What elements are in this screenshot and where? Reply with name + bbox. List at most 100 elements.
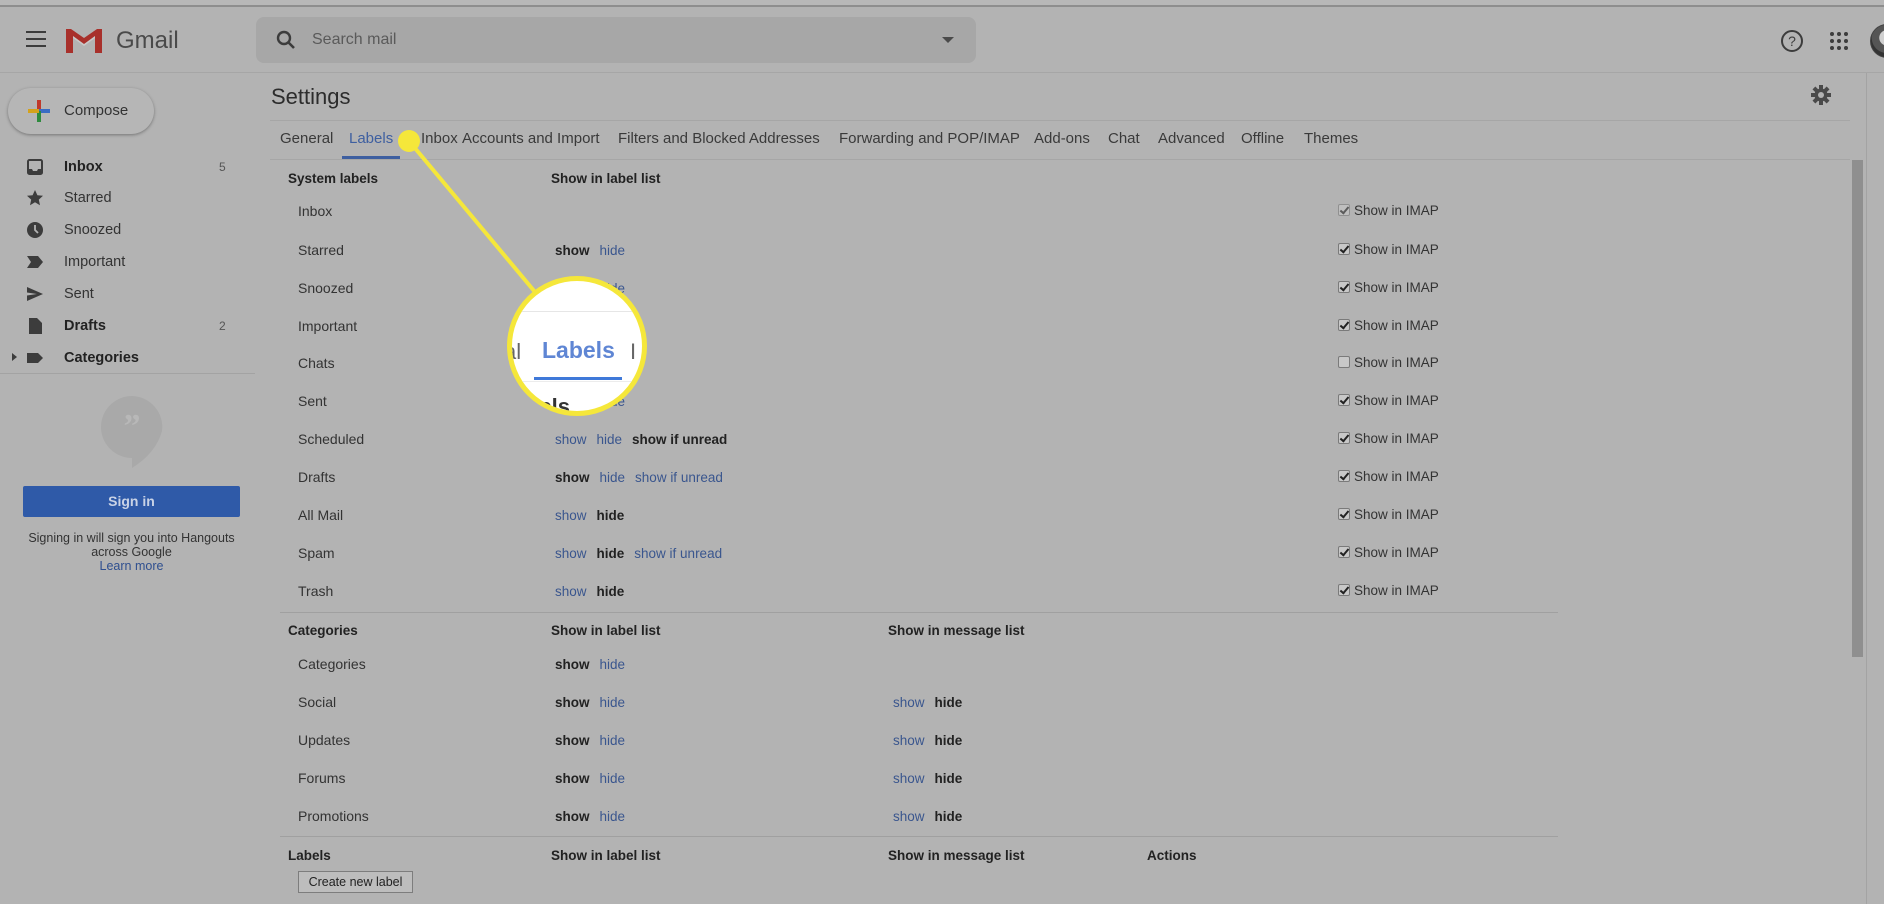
gmail-brand-text: Gmail — [116, 27, 179, 54]
tab-filters-and-blocked-addresses[interactable]: Filters and Blocked Addresses — [618, 130, 820, 147]
imap-checkbox-row[interactable]: Show in IMAP — [1338, 583, 1439, 598]
show-in-imap-checkbox[interactable] — [1338, 281, 1350, 293]
option-hide[interactable]: hide — [600, 771, 626, 786]
imap-checkbox-row[interactable]: Show in IMAP — [1338, 355, 1439, 370]
hangouts-sign-in-button[interactable]: Sign in — [23, 486, 240, 517]
learn-more-link[interactable]: Learn more — [100, 559, 164, 573]
tab-chat[interactable]: Chat — [1108, 130, 1140, 147]
imap-checkbox-row[interactable]: Show in IMAP — [1338, 545, 1439, 560]
option-hide[interactable]: hide — [597, 432, 623, 447]
compose-button[interactable]: Compose — [8, 88, 154, 134]
magnifier-callout: al Labels I bels — [507, 276, 647, 416]
sidebar-item-label: Snoozed — [64, 222, 122, 238]
gear-icon[interactable] — [1810, 84, 1832, 106]
tab-themes[interactable]: Themes — [1304, 130, 1358, 147]
show-in-message-list-header: Show in message list — [888, 848, 1025, 863]
tab-inbox[interactable]: Inbox — [421, 130, 458, 147]
imap-checkbox-row[interactable]: Show in IMAP — [1338, 469, 1439, 484]
tab-labels[interactable]: Labels — [349, 130, 393, 147]
show-in-imap-checkbox[interactable] — [1338, 470, 1350, 482]
option-show[interactable]: show — [555, 584, 587, 599]
show-in-imap-checkbox[interactable] — [1338, 243, 1350, 255]
option-show[interactable]: show — [555, 546, 587, 561]
show-in-label-list-header: Show in label list — [551, 848, 661, 863]
show-in-imap-checkbox[interactable] — [1338, 584, 1350, 596]
scrollbar-thumb[interactable] — [1852, 160, 1863, 657]
sidebar-item-categories[interactable]: Categories — [0, 343, 255, 373]
system-label-name: Snoozed — [298, 280, 354, 296]
svg-text:”: ” — [124, 408, 141, 445]
option-show-if-unread[interactable]: show if unread — [635, 470, 723, 485]
tab-forwarding-and-pop-imap[interactable]: Forwarding and POP/IMAP — [839, 130, 1020, 147]
help-icon[interactable]: ? — [1779, 28, 1805, 54]
system-label-name: Inbox — [298, 203, 333, 219]
option-hide[interactable]: hide — [600, 733, 626, 748]
option-hide[interactable]: hide — [600, 695, 626, 710]
system-label-name: Spam — [298, 545, 335, 561]
option-show[interactable]: show — [893, 733, 925, 748]
imap-checkbox-row[interactable]: Show in IMAP — [1338, 280, 1439, 295]
sidebar-item-label: Drafts — [64, 318, 106, 334]
tab-add-ons[interactable]: Add-ons — [1034, 130, 1090, 147]
option-show[interactable]: show — [555, 432, 587, 447]
tab-general[interactable]: General — [280, 130, 333, 147]
show-hide-options: show hide show if unread — [555, 469, 733, 487]
category-name: Updates — [298, 732, 351, 748]
main-menu-icon[interactable] — [26, 31, 46, 47]
show-in-imap-checkbox[interactable] — [1338, 432, 1350, 444]
option-show-if-unread[interactable]: show if unread — [634, 546, 722, 561]
show-in-label-list-header: Show in label list — [551, 623, 661, 638]
category-name: Social — [298, 694, 337, 710]
search-input[interactable] — [312, 28, 912, 52]
imap-checkbox-row[interactable]: Show in IMAP — [1338, 242, 1439, 257]
sidebar-item-important[interactable]: Important — [0, 247, 255, 277]
show-hide-options: show hide — [555, 732, 635, 750]
option-show[interactable]: show — [893, 809, 925, 824]
option-hide[interactable]: hide — [600, 243, 626, 258]
option-show[interactable]: show — [893, 695, 925, 710]
show-in-imap-label: Show in IMAP — [1354, 545, 1439, 560]
hangouts-icon: ” — [101, 396, 163, 468]
sidebar-item-sent[interactable]: Sent — [0, 279, 255, 309]
show-in-imap-checkbox[interactable] — [1338, 508, 1350, 520]
create-new-label-button[interactable]: Create new label — [298, 871, 413, 893]
category-name: Forums — [298, 770, 346, 786]
imap-checkbox-row[interactable]: Show in IMAP — [1338, 203, 1439, 218]
sidebar-item-drafts[interactable]: Drafts 2 — [0, 311, 255, 341]
show-hide-options: show hide — [555, 808, 635, 826]
show-in-imap-checkbox[interactable] — [1338, 546, 1350, 558]
imap-checkbox-row[interactable]: Show in IMAP — [1338, 507, 1439, 522]
show-in-message-list-header: Show in message list — [888, 623, 1025, 638]
magnifier-tab-underline — [534, 377, 622, 380]
imap-checkbox-row[interactable]: Show in IMAP — [1338, 431, 1439, 446]
compose-label: Compose — [64, 102, 129, 119]
option-hide[interactable]: hide — [600, 657, 626, 672]
show-in-imap-checkbox[interactable] — [1338, 394, 1350, 406]
show-in-imap-checkbox[interactable] — [1338, 319, 1350, 331]
clock-icon — [27, 222, 43, 238]
magnifier-text-right: I — [630, 339, 637, 364]
option-show[interactable]: show — [555, 508, 587, 523]
show-in-imap-checkbox[interactable] — [1338, 356, 1350, 368]
apps-grid-icon[interactable] — [1829, 31, 1849, 51]
gmail-logo[interactable] — [64, 25, 104, 60]
expand-arrow-icon[interactable] — [12, 353, 17, 361]
tab-advanced[interactable]: Advanced — [1158, 130, 1225, 147]
actions-header: Actions — [1147, 848, 1197, 863]
option-hide[interactable]: hide — [600, 809, 626, 824]
search-bar[interactable] — [256, 17, 976, 63]
sidebar-item-snoozed[interactable]: Snoozed — [0, 215, 255, 245]
imap-checkbox-row[interactable]: Show in IMAP — [1338, 393, 1439, 408]
tab-accounts-and-import[interactable]: Accounts and Import — [462, 130, 600, 147]
search-options-caret-icon[interactable] — [942, 37, 954, 43]
option-show[interactable]: show — [893, 771, 925, 786]
option-hide[interactable]: hide — [600, 470, 626, 485]
tab-offline[interactable]: Offline — [1241, 130, 1284, 147]
account-avatar[interactable] — [1870, 24, 1884, 58]
search-icon[interactable] — [274, 28, 298, 52]
important-icon — [27, 256, 43, 268]
sidebar-item-inbox[interactable]: Inbox 5 — [0, 152, 255, 182]
imap-checkbox-row[interactable]: Show in IMAP — [1338, 318, 1439, 333]
sidebar-item-starred[interactable]: Starred — [0, 183, 255, 213]
show-in-label-list-header: Show in label list — [551, 171, 661, 186]
